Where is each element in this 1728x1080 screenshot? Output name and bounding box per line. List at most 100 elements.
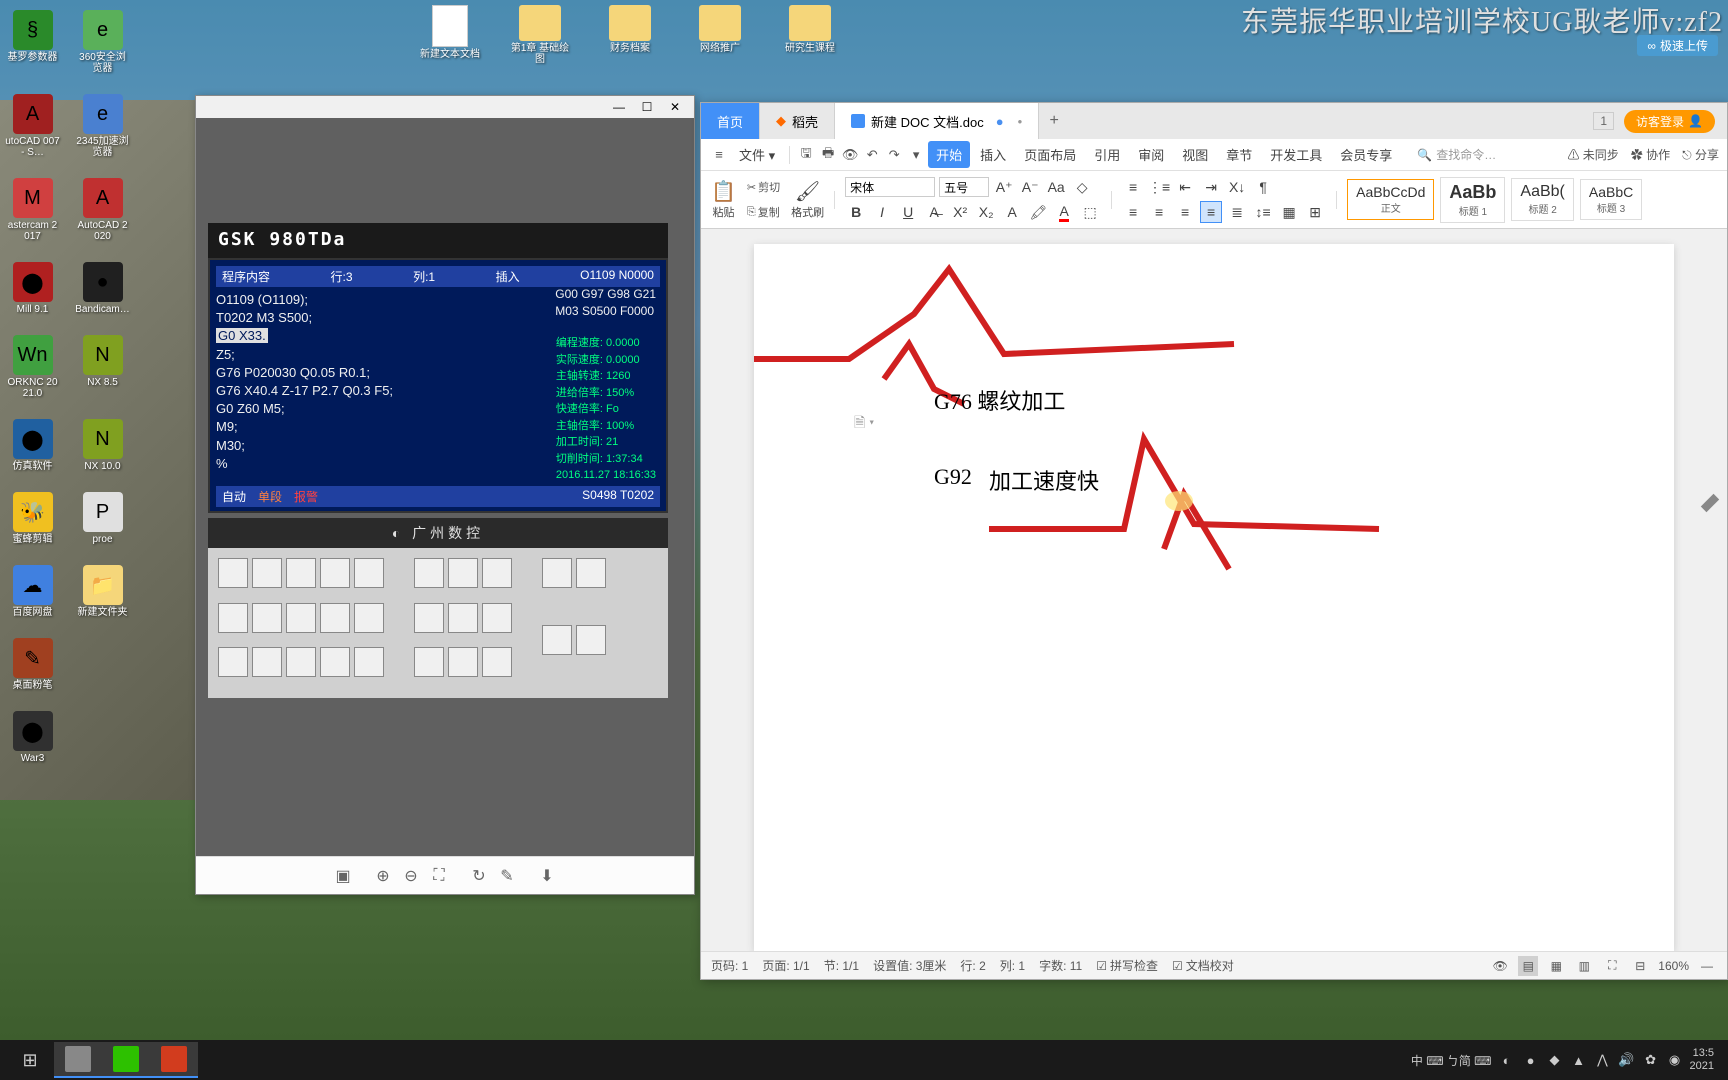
- font-family-select[interactable]: [845, 177, 935, 197]
- menu-file[interactable]: 文件 ▾: [731, 141, 783, 168]
- desktop-icon[interactable]: NNX 10.0: [75, 419, 130, 472]
- increase-font-icon[interactable]: A⁺: [993, 176, 1015, 198]
- outline-view-icon[interactable]: ▦: [1546, 956, 1566, 976]
- borders-button[interactable]: ⊞: [1304, 201, 1326, 223]
- paragraph-handle-icon[interactable]: 🗎 ▾: [854, 412, 874, 436]
- highlight-button[interactable]: 🖍: [1027, 201, 1049, 223]
- image-viewer-content[interactable]: GSK 980TDa 程序内容 行:3 列:1 插入 O1109 N0000 O…: [196, 118, 694, 856]
- tray-icon[interactable]: ●: [1522, 1051, 1540, 1069]
- taskbar-app[interactable]: [54, 1042, 102, 1078]
- fit-icon[interactable]: ⛶: [429, 866, 449, 886]
- number-list-button[interactable]: ⋮≡: [1148, 176, 1170, 198]
- desktop-icon[interactable]: e360安全浏览器: [75, 10, 130, 74]
- strike-button[interactable]: A̶: [923, 201, 945, 223]
- copy-button[interactable]: ⎘复制: [742, 201, 785, 223]
- sync-status[interactable]: ⚠ 未同步: [1567, 146, 1618, 163]
- show-marks-button[interactable]: ¶: [1252, 176, 1274, 198]
- desktop-icon[interactable]: ⬤War3: [5, 711, 60, 764]
- zoom-out-icon[interactable]: ⊖: [401, 866, 421, 886]
- status-chars[interactable]: 字数: 11: [1039, 957, 1082, 974]
- desktop-icon[interactable]: Pproe: [75, 492, 130, 545]
- screen-icon[interactable]: ▣: [333, 866, 353, 886]
- edit-icon[interactable]: ✎: [497, 866, 517, 886]
- superscript-button[interactable]: X²: [949, 201, 971, 223]
- desktop-icon[interactable]: §基罗参数器: [5, 10, 60, 74]
- hamburger-icon[interactable]: ≡: [709, 145, 729, 165]
- align-left-button[interactable]: ≡: [1122, 201, 1144, 223]
- subscript-button[interactable]: X₂: [975, 201, 997, 223]
- coop-button[interactable]: ✿ 协作: [1631, 146, 1670, 163]
- login-button[interactable]: 访客登录👤: [1624, 110, 1715, 133]
- wps-document-area[interactable]: G76 螺纹加工 🗎 ▾ G92 加工速度快: [701, 229, 1727, 951]
- tab-document[interactable]: 新建 DOC 文档.doc ● •: [835, 103, 1039, 139]
- menu-member[interactable]: 会员专享: [1332, 141, 1400, 168]
- upload-badge[interactable]: ∞极速上传: [1637, 35, 1718, 56]
- menu-review[interactable]: 审阅: [1130, 141, 1172, 168]
- desktop-icon[interactable]: ●Bandicam…: [75, 262, 130, 315]
- indent-button[interactable]: ⇥: [1200, 176, 1222, 198]
- bullet-list-button[interactable]: ≡: [1122, 176, 1144, 198]
- clear-format-icon[interactable]: ◇: [1071, 176, 1093, 198]
- start-button[interactable]: ⊞: [6, 1042, 54, 1078]
- menu-section[interactable]: 章节: [1218, 141, 1260, 168]
- desktop-icon[interactable]: 研究生课程: [780, 5, 840, 65]
- volume-icon[interactable]: 🔊: [1618, 1051, 1636, 1069]
- menu-view[interactable]: 视图: [1174, 141, 1216, 168]
- window-titlebar[interactable]: — ☐ ✕: [196, 96, 694, 118]
- format-brush-button[interactable]: 🖌格式刷: [791, 179, 824, 220]
- text-effect-button[interactable]: A: [1001, 201, 1023, 223]
- taskbar-clock[interactable]: 13:5 2021: [1690, 1047, 1714, 1073]
- wifi-icon[interactable]: ⋀: [1594, 1051, 1612, 1069]
- font-color-button[interactable]: A: [1053, 201, 1075, 223]
- share-button[interactable]: ⎋ 分享: [1682, 146, 1719, 163]
- desktop-icon[interactable]: 新建文本文档: [420, 5, 480, 65]
- style-heading3[interactable]: AaBbC标题 3: [1580, 179, 1642, 220]
- underline-button[interactable]: U: [897, 201, 919, 223]
- desktop-icon[interactable]: ☁百度网盘: [5, 565, 60, 618]
- dropdown-icon[interactable]: ▾: [906, 145, 926, 165]
- desktop-icon[interactable]: Mastercam 2017: [5, 178, 60, 242]
- desktop-icon[interactable]: NNX 8.5: [75, 335, 130, 399]
- status-proofread[interactable]: ☑ 文档校对: [1172, 957, 1234, 974]
- paste-button[interactable]: 📋粘贴: [711, 179, 736, 220]
- desktop-icon[interactable]: 📁新建文件夹: [75, 565, 130, 618]
- status-setting[interactable]: 设置值: 3厘米: [873, 957, 946, 974]
- read-mode-icon[interactable]: 👁: [1490, 956, 1510, 976]
- tray-icon[interactable]: ◐: [1498, 1051, 1516, 1069]
- fullscreen-icon[interactable]: ⛶: [1602, 956, 1622, 976]
- desktop-icon[interactable]: ⬤Mill 9.1: [5, 262, 60, 315]
- redo-icon[interactable]: ↷: [884, 145, 904, 165]
- align-center-button[interactable]: ≡: [1148, 201, 1170, 223]
- shading-button[interactable]: ▦: [1278, 201, 1300, 223]
- char-border-button[interactable]: ⬚: [1079, 201, 1101, 223]
- desktop-icon[interactable]: 财务档案: [600, 5, 660, 65]
- web-view-icon[interactable]: ▥: [1574, 956, 1594, 976]
- sort-button[interactable]: X↓: [1226, 176, 1248, 198]
- align-justify-button[interactable]: ≡: [1200, 201, 1222, 223]
- minimize-button[interactable]: —: [605, 98, 633, 116]
- menu-start[interactable]: 开始: [928, 141, 970, 168]
- maximize-button[interactable]: ☐: [633, 98, 661, 116]
- menu-reference[interactable]: 引用: [1086, 141, 1128, 168]
- tab-count-badge[interactable]: 1: [1593, 112, 1614, 130]
- zoom-in-icon[interactable]: ⊕: [373, 866, 393, 886]
- preview-icon[interactable]: 👁: [840, 145, 860, 165]
- status-spellcheck[interactable]: ☑ 拼写检查: [1096, 957, 1158, 974]
- desktop-icon[interactable]: ✎桌面粉笔: [5, 638, 60, 691]
- command-search[interactable]: 🔍查找命令…: [1417, 146, 1496, 163]
- desktop-icon[interactable]: 🐝蜜蜂剪辑: [5, 492, 60, 545]
- desktop-icon[interactable]: WnORKNC 2021.0: [5, 335, 60, 399]
- doc-text-g76[interactable]: G76 螺纹加工: [934, 384, 1065, 416]
- desktop-icon[interactable]: 网络推广: [690, 5, 750, 65]
- distribute-button[interactable]: ≣: [1226, 201, 1248, 223]
- change-case-icon[interactable]: Aa: [1045, 176, 1067, 198]
- italic-button[interactable]: I: [871, 201, 893, 223]
- new-tab-button[interactable]: +: [1039, 112, 1069, 130]
- rotate-icon[interactable]: ↻: [469, 866, 489, 886]
- document-page[interactable]: G76 螺纹加工 🗎 ▾ G92 加工速度快: [754, 244, 1674, 951]
- line-spacing-button[interactable]: ↕≡: [1252, 201, 1274, 223]
- status-row[interactable]: 行: 2: [960, 957, 985, 974]
- tray-icon[interactable]: ◆: [1546, 1051, 1564, 1069]
- menu-devtools[interactable]: 开发工具: [1262, 141, 1330, 168]
- cut-button[interactable]: ✂剪切: [742, 176, 785, 198]
